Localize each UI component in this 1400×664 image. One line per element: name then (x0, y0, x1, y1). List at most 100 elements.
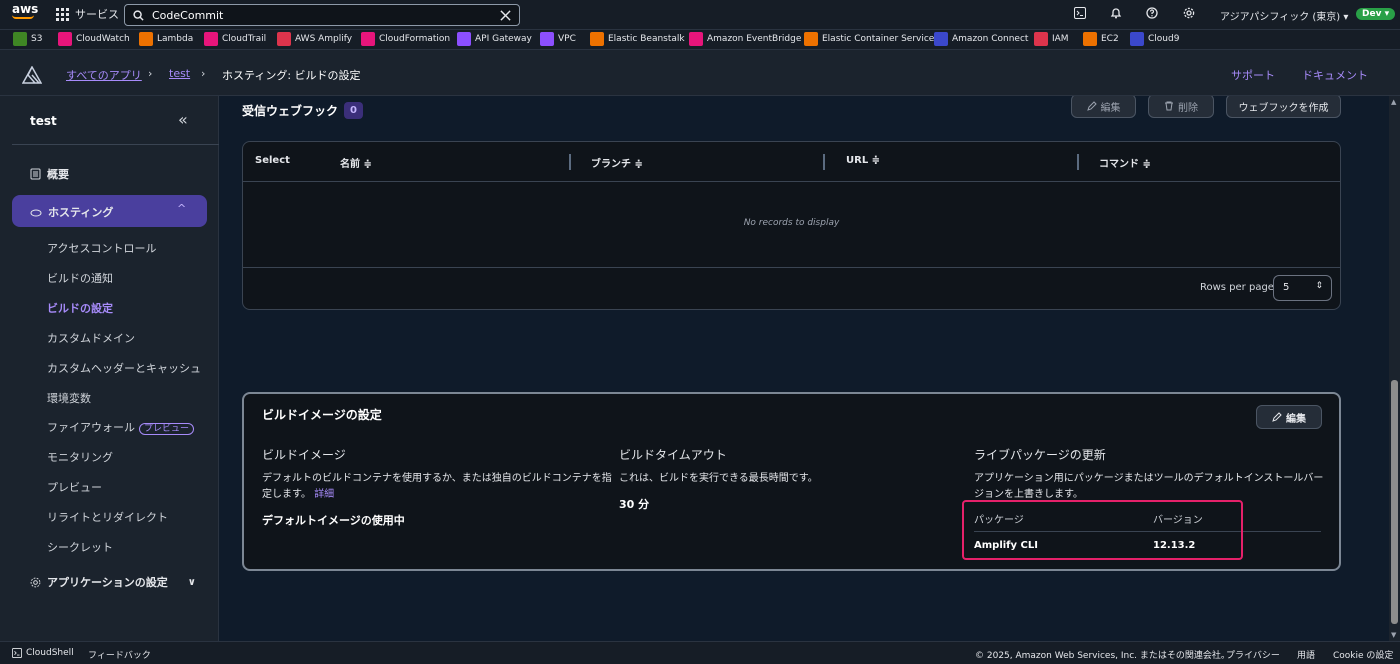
favorite-eventbridge[interactable]: Amazon EventBridge (689, 32, 801, 46)
rows-per-page-select[interactable]: 5 ⇕ (1273, 275, 1332, 301)
favorite-ec2[interactable]: EC2 (1083, 32, 1119, 46)
top-navigation-bar: aws サービス アジアパシフィック (東京) ▾ Dev ▾ (0, 0, 1400, 30)
collapse-sidebar-icon[interactable]: « (178, 110, 188, 129)
create-webhook-button[interactable]: ウェブフックを作成 (1226, 96, 1341, 118)
sidebar-item-hosting[interactable]: ホスティング (30, 204, 113, 220)
favorite-lambda[interactable]: Lambda (139, 32, 193, 46)
feedback-link[interactable]: フィードバック (88, 648, 151, 661)
build-image-settings-title: ビルドイメージの設定 (262, 408, 382, 422)
ecs-icon (804, 32, 818, 46)
privacy-link[interactable]: プライバシー (1226, 648, 1280, 661)
sidebar-item-secrets[interactable]: シークレット (47, 539, 113, 555)
favorite-aws-amplify[interactable]: AWS Amplify (277, 32, 352, 46)
main-scrollbar[interactable]: ▲ ▼ (1389, 96, 1400, 641)
chevron-up-icon[interactable]: ^ (177, 202, 186, 215)
column-resizer[interactable] (823, 154, 825, 170)
webhooks-header: 受信ウェブフック 0 (242, 102, 363, 119)
account-menu[interactable]: Dev ▾ (1356, 8, 1396, 20)
aws-logo[interactable]: aws (12, 3, 38, 25)
table-header: Select 名前 ≑ ブランチ ≑ URL ≑ コマンド ≑ (243, 142, 1340, 182)
edit-build-image-button[interactable]: 編集 (1256, 405, 1322, 429)
services-menu-button[interactable]: サービス (56, 6, 119, 22)
delete-webhook-button[interactable]: 削除 (1148, 96, 1214, 118)
scrollbar-thumb[interactable] (1391, 380, 1398, 624)
sidebar-item-firewall[interactable]: ファイアウォール プレビュー (47, 419, 195, 435)
connect-icon (934, 32, 948, 46)
column-url[interactable]: URL ≑ (846, 155, 880, 166)
region-selector[interactable]: アジアパシフィック (東京) ▾ (1220, 8, 1348, 23)
settings-gear-icon[interactable] (1180, 6, 1198, 24)
sidebar-item-monitoring[interactable]: モニタリング (47, 449, 113, 465)
scroll-up-icon[interactable]: ▲ (1391, 98, 1396, 106)
eventbridge-icon (689, 32, 703, 46)
build-timeout-heading: ビルドタイムアウト (619, 448, 727, 462)
edit-webhook-button[interactable]: 編集 (1071, 96, 1136, 118)
column-resizer[interactable] (569, 154, 571, 170)
terms-link[interactable]: 用語 (1297, 648, 1315, 661)
favorite-iam[interactable]: IAM (1034, 32, 1069, 46)
gear-icon (30, 577, 41, 587)
live-package-heading: ライブパッケージの更新 (974, 448, 1106, 462)
sidebar-item-previews[interactable]: プレビュー (47, 479, 102, 495)
build-image-value: デフォルトイメージの使用中 (262, 514, 405, 527)
favorite-vpc[interactable]: VPC (540, 32, 576, 46)
chevron-down-icon: ∨ (187, 576, 196, 588)
amplify-logo-icon[interactable] (22, 66, 42, 84)
api-gateway-icon (457, 32, 471, 46)
pencil-icon (1272, 412, 1282, 422)
search-box[interactable] (124, 4, 520, 26)
sidebar-item-build-notifications[interactable]: ビルドの通知 (47, 270, 113, 286)
notifications-bell-icon[interactable] (1107, 6, 1125, 24)
ec2-icon (1083, 32, 1097, 46)
document-icon (30, 168, 41, 180)
column-select: Select (255, 155, 290, 166)
live-package-description: アプリケーション用にパッケージまたはツールのデフォルトインストールバージョンを上… (974, 473, 1324, 500)
search-input[interactable] (152, 8, 492, 22)
sidebar-item-env-variables[interactable]: 環境変数 (47, 390, 91, 406)
favorite-ecs[interactable]: Elastic Container Service (804, 32, 934, 46)
sidebar: test « 概要 ホスティング ^ アクセスコントロール ビルドの通知 ビルド… (0, 96, 219, 641)
column-command[interactable]: コマンド ≑ (1099, 155, 1151, 170)
build-timeout-value: 30 分 (619, 498, 650, 511)
favorite-api-gateway[interactable]: API Gateway (457, 32, 532, 46)
column-branch[interactable]: ブランチ ≑ (591, 155, 643, 170)
column-name[interactable]: 名前 ≑ (340, 155, 372, 170)
sidebar-item-build-settings[interactable]: ビルドの設定 (47, 300, 113, 316)
services-label: サービス (75, 8, 119, 21)
clear-search-icon[interactable] (500, 9, 511, 21)
sidebar-divider (12, 144, 219, 145)
sidebar-item-custom-headers[interactable]: カスタムヘッダーとキャッシュ (47, 360, 201, 376)
cookie-settings-link[interactable]: Cookie の設定 (1333, 648, 1393, 661)
sidebar-item-custom-domains[interactable]: カスタムドメイン (47, 330, 135, 346)
sidebar-item-app-settings[interactable]: アプリケーションの設定 ∨ (30, 574, 196, 590)
column-resizer[interactable] (1077, 154, 1079, 170)
amplify-icon (277, 32, 291, 46)
favorite-amazon-connect[interactable]: Amazon Connect (934, 32, 1028, 46)
documentation-link[interactable]: ドキュメント (1302, 67, 1368, 83)
sidebar-item-overview[interactable]: 概要 (30, 166, 69, 182)
sidebar-item-rewrites[interactable]: リライトとリダイレクト (47, 509, 168, 525)
favorite-cloudwatch[interactable]: CloudWatch (58, 32, 130, 46)
favorites-bar: S3 CloudWatch Lambda CloudTrail AWS Ampl… (0, 30, 1400, 50)
iam-icon (1034, 32, 1048, 46)
favorite-s3[interactable]: S3 (13, 32, 42, 46)
pencil-icon (1086, 101, 1097, 111)
help-icon[interactable] (1143, 6, 1161, 24)
sidebar-item-access-control[interactable]: アクセスコントロール (47, 240, 156, 256)
cloudshell-button[interactable]: CloudShell (12, 648, 74, 658)
scroll-down-icon[interactable]: ▼ (1391, 631, 1396, 639)
breadcrumb-all-apps[interactable]: すべてのアプリ (66, 67, 142, 83)
cloudshell-icon[interactable] (1071, 6, 1089, 24)
empty-table-message: No records to display (743, 218, 840, 228)
breadcrumb-current: ホスティング: ビルドの設定 (222, 69, 361, 82)
favorite-cloudtrail[interactable]: CloudTrail (204, 32, 266, 46)
breadcrumb-app[interactable]: test (169, 67, 190, 80)
cloudtrail-icon (204, 32, 218, 46)
support-link[interactable]: サポート (1231, 67, 1275, 83)
favorite-cloudformation[interactable]: CloudFormation (361, 32, 450, 46)
rows-per-page-label: Rows per page (1200, 282, 1274, 293)
sidebar-app-title: test (30, 114, 57, 128)
favorite-elastic-beanstalk[interactable]: Elastic Beanstalk (590, 32, 685, 46)
learn-more-link[interactable]: 詳細 (314, 489, 334, 500)
favorite-cloud9[interactable]: Cloud9 (1130, 32, 1179, 46)
